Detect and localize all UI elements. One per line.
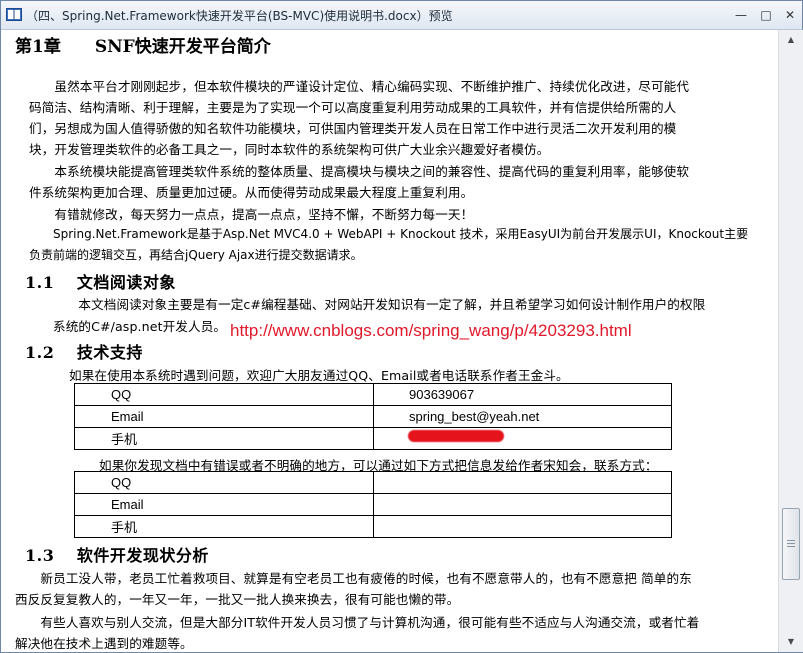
intro-line: 码简洁、结构清晰、利于理解，主要是为了实现一个可以高度重复利用劳动成果的工具软件… [29,100,677,115]
intro-line: 负责前端的逻辑交互，再结合jQuery Ajax进行提交数据请求。 [29,248,363,262]
feedback-table: QQ Email 手机 [74,471,672,538]
title-bar[interactable]: （四、Spring.Net.Framework快速开发平台(BS-MVC)使用说… [1,1,802,30]
section-1-1-line: 系统的C#/asp.net开发人员。 [53,319,227,334]
intro-line: 块，开发管理类软件的必备工具之一，同时本软件的系统架构可供广大业余兴趣爱好者模仿… [29,142,550,157]
intro-line: 们，另想成为国人值得骄傲的知名软件功能模块，可供国内管理类开发人员在日常工作中进… [29,121,677,136]
section-1-3-line: 解决他在技术上遇到的难题等。 [15,636,193,651]
feedback-value [373,493,672,516]
contact-value: 903639067 [373,383,672,406]
table-row: QQ [74,471,672,494]
intro-line: 本系统模块能提高管理类软件系统的整体质量、提高模块与模块之间的兼容性、提高代码的… [29,164,690,179]
scroll-thumb[interactable] [782,508,800,580]
grip-line [787,543,795,544]
contact-table: QQ 903639067 Email spring_best@yeah.net … [74,383,672,450]
minimize-button[interactable]: — [732,6,750,24]
section-1-3-line: 有些人喜欢与别人交流，但是大部分IT软件开发人员习惯了与计算机沟通，很可能有些不… [15,615,700,630]
feedback-label: QQ [74,471,374,494]
redacted-phone-mark [408,430,504,442]
feedback-label: Email [74,493,374,516]
contact-label: QQ [74,383,374,406]
feedback-value [373,515,672,538]
table-row: Email spring_best@yeah.net [74,405,672,428]
section-title-1-3: 1.3 软件开发现状分析 [25,546,209,565]
grip-line [787,546,795,547]
intro-line: Spring.Net.Framework是基于Asp.Net MVC4.0 + … [29,227,749,241]
section-1-1-line: 本文档阅读对象主要是有一定c#编程基础、对网站开发知识有一定了解，并且希望学习如… [53,297,706,312]
table-row: 手机 [74,515,672,538]
maximize-button[interactable]: □ [757,6,775,24]
chapter-title: 第1章 SNF快速开发平台简介 [15,37,271,57]
vertical-scrollbar[interactable]: ▲ ▼ [778,30,803,652]
preview-window: （四、Spring.Net.Framework快速开发平台(BS-MVC)使用说… [0,0,803,653]
scroll-down-arrow-icon[interactable]: ▼ [779,634,803,650]
contact-label: Email [74,405,374,428]
table-row: 手机 [74,427,672,450]
window-title: （四、Spring.Net.Framework快速开发平台(BS-MVC)使用说… [26,9,453,23]
intro-line: 有错就修改，每天努力一点点，提高一点点，坚持不懈，不断努力每一天！ [29,207,474,222]
section-1-3-line: 新员工没人带，老员工忙着救项目、就算是有空老员工也有疲倦的时候，也有不愿意带人的… [15,571,692,586]
blog-url-overlay[interactable]: http://www.cnblogs.com/spring_wang/p/420… [230,321,632,341]
contact-value: spring_best@yeah.net [373,405,672,428]
intro-line: 件系统架构更加合理、质量更加过硬。从而使得劳动成果最大程度上重复利用。 [29,185,474,200]
grip-line [787,540,795,541]
scroll-up-arrow-icon[interactable]: ▲ [779,32,803,48]
section-title-1-1: 1.1 文档阅读对象 [25,273,176,292]
section-1-3-line: 西反反复复教人的，一年又一年，一批又一批人换来换去，很有可能也懒的带。 [15,592,460,607]
table-row: Email [74,493,672,516]
support-line: 如果在使用本系统时遇到问题，欢迎广大朋友通过QQ、Email或者电话联系作者王金… [69,368,569,383]
section-title-1-2: 1.2 技术支持 [25,343,143,362]
intro-line: 虽然本平台才刚刚起步，但本软件模块的严谨设计定位、精心编码实现、不断维护推广、持… [29,79,690,94]
contact-label: 手机 [74,427,374,450]
document-page: 第1章 SNF快速开发平台简介 虽然本平台才刚刚起步，但本软件模块的严谨设计定位… [1,30,778,652]
table-row: QQ 903639067 [74,383,672,406]
book-icon [6,8,22,21]
close-button[interactable]: ✕ [781,6,799,24]
feedback-value [373,471,672,494]
feedback-label: 手机 [74,515,374,538]
